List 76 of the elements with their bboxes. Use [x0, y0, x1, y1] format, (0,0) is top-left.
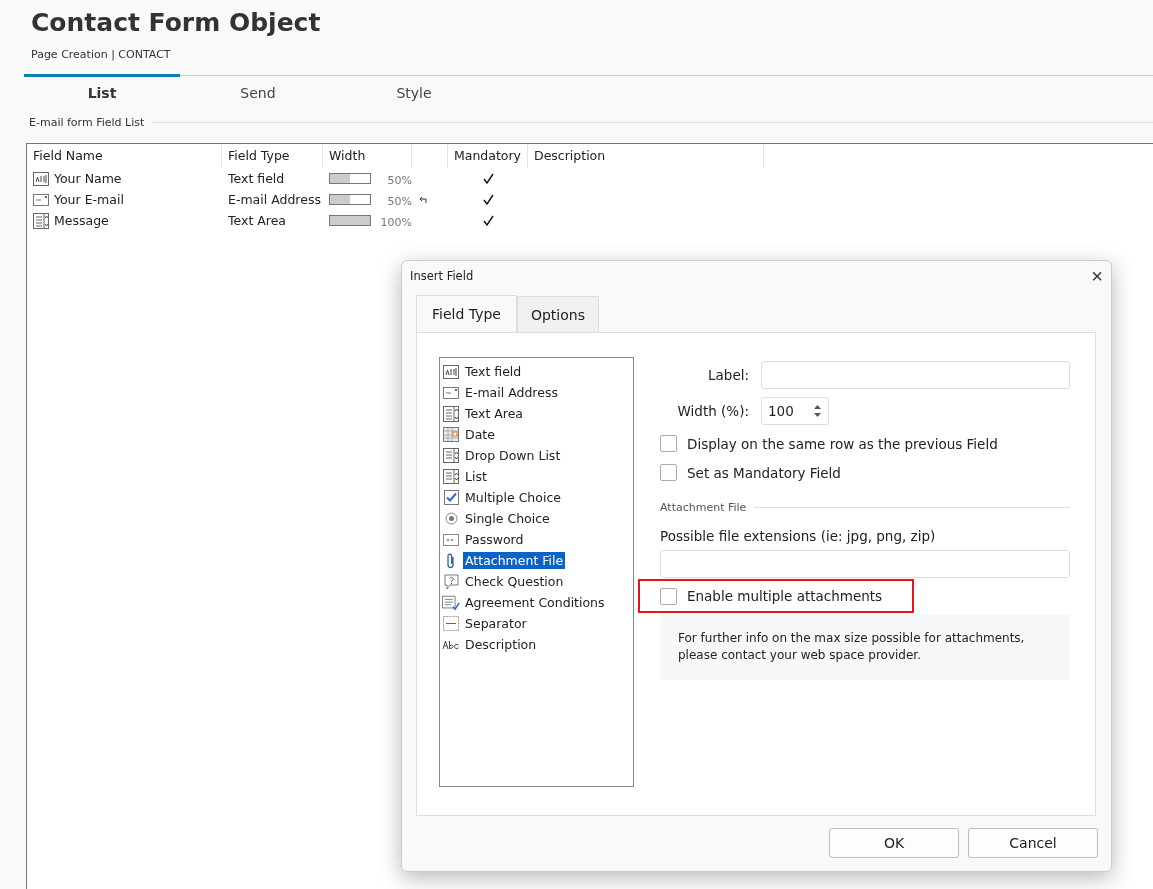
calendar-icon	[443, 427, 459, 442]
text-field-icon	[33, 171, 49, 186]
list-item[interactable]: Password	[463, 531, 526, 548]
list-item[interactable]: Agreement Conditions	[463, 594, 607, 611]
extensions-input[interactable]	[660, 550, 1070, 578]
column-header: Field Type	[222, 144, 323, 168]
tab[interactable]: Style	[336, 74, 492, 108]
list-box-icon	[443, 469, 459, 484]
label-input[interactable]	[761, 361, 1070, 389]
email-field-icon	[443, 386, 459, 399]
list-item[interactable]: Date	[463, 426, 497, 443]
list-item[interactable]: Multiple Choice	[463, 489, 563, 506]
field-label: Width (%):	[676, 403, 750, 419]
checkbox-icon	[443, 490, 459, 505]
list-item[interactable]: E-mail Address	[463, 384, 560, 401]
checkbox[interactable]	[660, 435, 677, 452]
breadcrumb: Page Creation | CONTACT	[31, 48, 172, 61]
text-area-icon	[443, 405, 459, 422]
separator-icon	[443, 616, 459, 631]
width-percent: 50%	[386, 195, 412, 208]
column-header: Field Name	[27, 144, 222, 168]
list-item[interactable]: List	[463, 468, 489, 485]
paperclip-icon	[446, 552, 456, 569]
list-item[interactable]: Text Area	[463, 405, 526, 422]
table-cell: Your E-mail	[54, 192, 124, 207]
column-header: Description	[528, 144, 764, 168]
text-field-icon	[443, 364, 459, 379]
table-cell: Your Name	[54, 171, 122, 186]
width-bar	[329, 173, 372, 184]
list-item[interactable]: Separator	[463, 615, 529, 632]
table-cell: Message	[54, 213, 109, 228]
section-title: E-mail form Field List	[29, 116, 145, 129]
table-cell: Text field	[228, 171, 285, 186]
column-header: Width	[323, 144, 412, 168]
question-bubble-icon	[443, 573, 459, 590]
width-bar	[329, 215, 372, 226]
width-percent: 50%	[386, 174, 412, 187]
dialog-button[interactable]: Cancel	[968, 828, 1098, 858]
list-item[interactable]: Drop Down List	[463, 447, 563, 464]
radio-icon	[444, 512, 458, 525]
return-arrow-icon	[418, 195, 427, 204]
table-cell: E-mail Address	[228, 192, 321, 207]
document-check-icon	[442, 594, 460, 611]
checkbox-label: Display on the same row as the previous Field	[687, 435, 998, 452]
info-text: For further info on the max size possible for attachments, please contact your web space provider.	[678, 631, 1025, 662]
checkbox[interactable]	[660, 587, 677, 605]
text-area-icon	[33, 212, 49, 229]
list-item[interactable]: Check Question	[463, 573, 566, 590]
field-label: Possible file extensions (ie: jpg, png, zip)	[660, 528, 937, 544]
list-item[interactable]: Single Choice	[463, 510, 552, 527]
checkbox-label: Set as Mandatory Field	[687, 464, 841, 481]
page-title: Contact Form Object	[31, 8, 322, 37]
section-title: Attachment File	[660, 501, 747, 514]
password-field-icon	[443, 533, 459, 546]
column-header: Mandatory	[448, 144, 528, 168]
tab[interactable]: Field Type	[416, 295, 517, 332]
list-item[interactable]: Description	[463, 636, 539, 653]
table-cell: Text Area	[228, 213, 287, 228]
dialog-title: Insert Field	[410, 269, 474, 283]
tab[interactable]: Send	[180, 74, 336, 108]
width-spinner[interactable]: 100	[761, 397, 829, 425]
field-label: Label:	[707, 367, 750, 383]
list-box-icon	[443, 448, 459, 463]
tab[interactable]: Options	[516, 296, 599, 332]
email-field-icon	[33, 193, 49, 206]
tab[interactable]: List	[24, 74, 180, 108]
spinner-arrows-icon	[813, 402, 822, 420]
width-bar	[329, 194, 372, 205]
close-button[interactable]: ×	[1091, 264, 1103, 288]
list-item[interactable]: Attachment File	[463, 552, 566, 569]
checkbox-label: Enable multiple attachments	[687, 588, 883, 604]
list-item[interactable]: Text field	[463, 363, 524, 380]
width-percent: 100%	[379, 216, 412, 229]
dialog-button[interactable]: OK	[829, 828, 959, 858]
checkbox[interactable]	[660, 464, 677, 481]
abc-text-icon	[442, 639, 460, 650]
